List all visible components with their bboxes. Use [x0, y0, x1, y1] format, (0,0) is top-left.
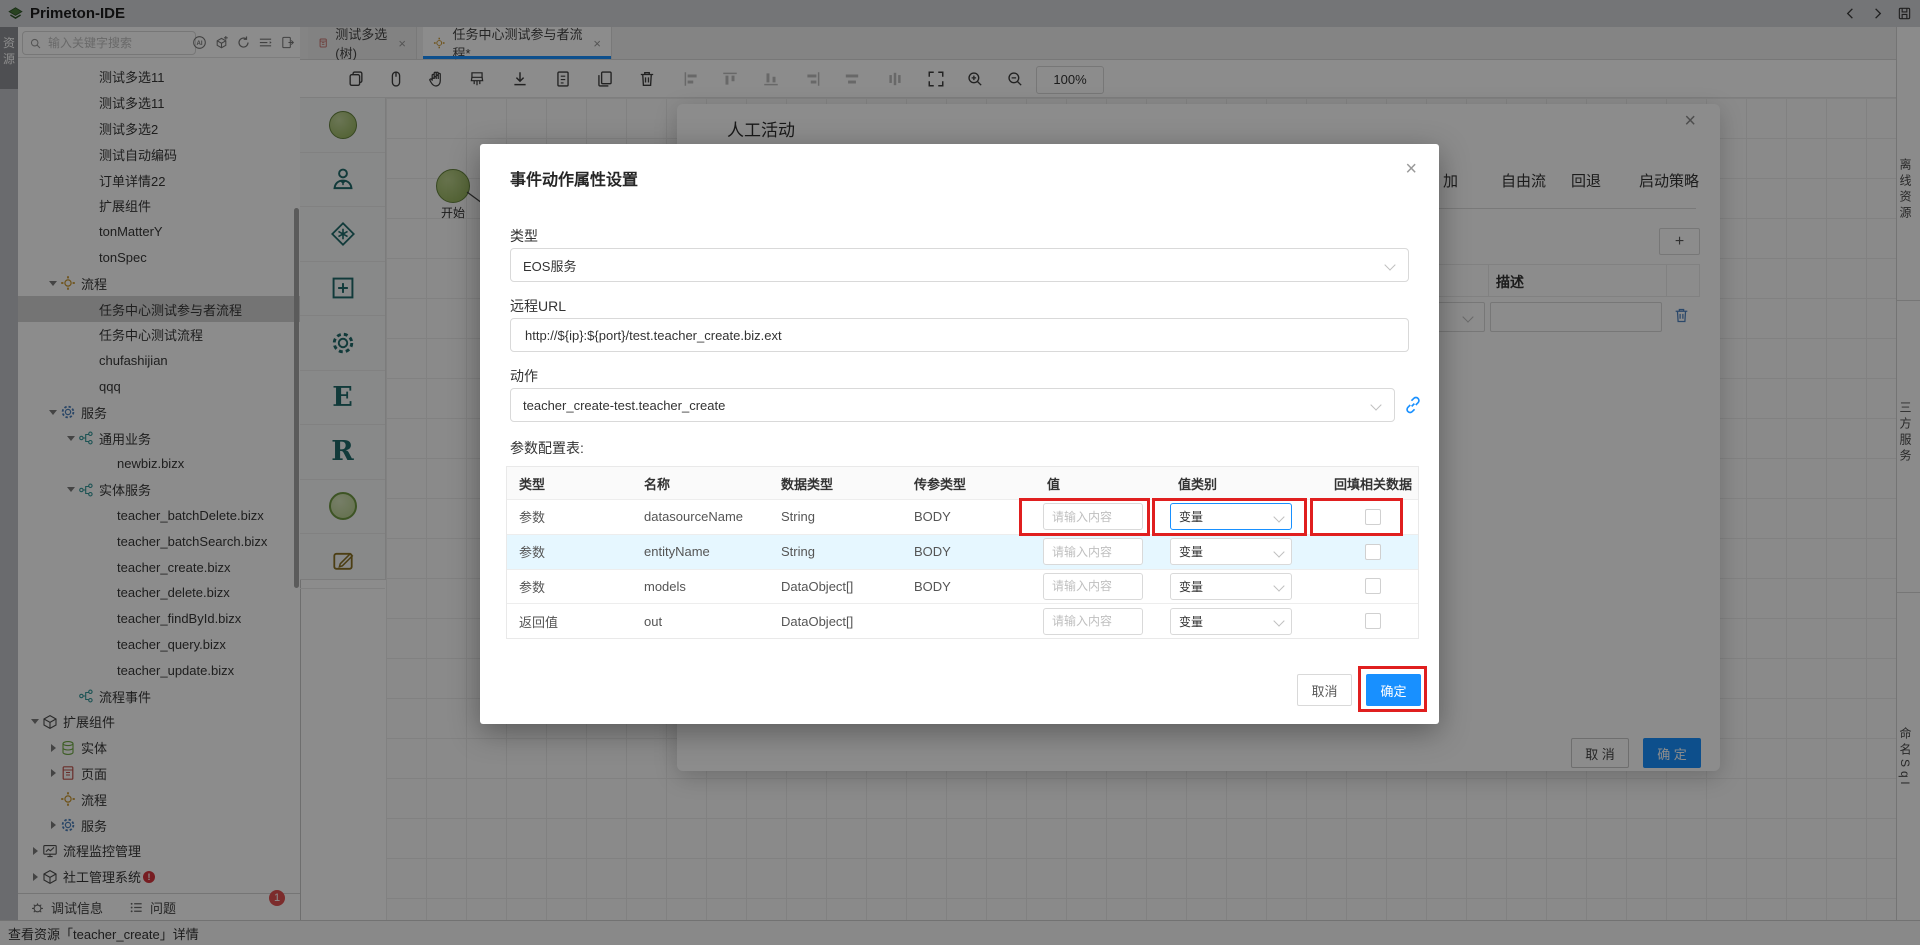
modal-cancel-button[interactable]: 取消	[1297, 674, 1352, 706]
value-type-cell: 变量	[1166, 573, 1326, 600]
remote-url-input[interactable]	[523, 327, 1408, 344]
param-type-cell: 参数	[507, 542, 632, 561]
type-select[interactable]: EOS服务	[510, 248, 1409, 282]
remote-url-label: 远程URL	[510, 296, 566, 316]
data-type-cell: String	[769, 544, 902, 559]
value-type-select[interactable]: 变量	[1170, 503, 1292, 530]
app-window: Primeton-IDE 资源 AI 测试多选11测试多选11测试多选2测试自动…	[0, 0, 1920, 945]
params-table-row: 返回值outDataObject[] 变量	[507, 603, 1418, 638]
remote-url-field[interactable]	[510, 318, 1409, 352]
value-type-select-value: 变量	[1179, 578, 1275, 595]
backfill-checkbox[interactable]	[1365, 613, 1381, 629]
param-type-cell: 返回值	[507, 612, 632, 631]
param-type-cell: 参数	[507, 507, 632, 526]
param-name-cell: entityName	[632, 544, 769, 559]
data-type-cell: DataObject[]	[769, 579, 902, 594]
param-value-input[interactable]	[1043, 608, 1143, 635]
column-header: 值	[1035, 474, 1166, 493]
value-cell	[1035, 538, 1166, 565]
chevron-down-icon	[1384, 259, 1395, 270]
value-type-select-value: 变量	[1179, 508, 1275, 525]
pass-type-cell: BODY	[902, 579, 1035, 594]
value-type-cell: 变量	[1166, 503, 1326, 530]
param-value-input[interactable]	[1043, 573, 1143, 600]
value-cell	[1035, 608, 1166, 635]
backfill-checkbox[interactable]	[1365, 509, 1381, 525]
modal-title: 事件动作属性设置	[510, 166, 638, 190]
params-table: 类型名称数据类型传参类型值值类别回填相关数据参数datasourceNameSt…	[506, 466, 1419, 639]
value-type-select-value: 变量	[1179, 613, 1275, 630]
params-table-row: 参数entityNameStringBODY 变量	[507, 534, 1418, 569]
chevron-down-icon	[1273, 616, 1284, 627]
params-table-row: 参数datasourceNameStringBODY 变量	[507, 499, 1418, 534]
chevron-down-icon	[1273, 581, 1284, 592]
backfill-checkbox[interactable]	[1365, 578, 1381, 594]
event-action-settings-modal: 事件动作属性设置 × 类型 EOS服务 远程URL 动作 teacher_cre…	[480, 144, 1439, 724]
backfill-cell	[1326, 578, 1420, 594]
action-label: 动作	[510, 366, 538, 386]
chevron-down-icon	[1370, 399, 1381, 410]
column-header: 传参类型	[902, 474, 1035, 493]
backfill-cell	[1326, 544, 1420, 560]
param-name-cell: datasourceName	[632, 509, 769, 524]
value-type-cell: 变量	[1166, 538, 1326, 565]
data-type-cell: DataObject[]	[769, 614, 902, 629]
value-type-cell: 变量	[1166, 608, 1326, 635]
value-type-select[interactable]: 变量	[1170, 573, 1292, 600]
modal-close-icon[interactable]: ×	[1405, 158, 1417, 181]
param-value-input[interactable]	[1043, 503, 1143, 530]
pass-type-cell: BODY	[902, 509, 1035, 524]
value-type-select[interactable]: 变量	[1170, 538, 1292, 565]
type-select-value: EOS服务	[523, 256, 1386, 275]
backfill-cell	[1326, 509, 1420, 525]
column-header: 回填相关数据	[1326, 474, 1420, 493]
type-label: 类型	[510, 226, 538, 246]
column-header: 值类别	[1166, 474, 1326, 493]
params-table-header-row: 类型名称数据类型传参类型值值类别回填相关数据	[507, 467, 1418, 499]
column-header: 数据类型	[769, 474, 902, 493]
data-type-cell: String	[769, 509, 902, 524]
column-header: 名称	[632, 474, 769, 493]
param-name-cell: out	[632, 614, 769, 629]
action-select-value: teacher_create-test.teacher_create	[523, 398, 1372, 413]
modal-ok-button[interactable]: 确定	[1366, 674, 1421, 706]
backfill-cell	[1326, 613, 1420, 629]
value-cell	[1035, 573, 1166, 600]
param-value-input[interactable]	[1043, 538, 1143, 565]
value-type-select-value: 变量	[1179, 543, 1275, 560]
value-cell	[1035, 503, 1166, 530]
link-icon[interactable]	[1402, 394, 1424, 416]
pass-type-cell: BODY	[902, 544, 1035, 559]
param-type-cell: 参数	[507, 577, 632, 596]
action-select[interactable]: teacher_create-test.teacher_create	[510, 388, 1395, 422]
params-table-row: 参数modelsDataObject[]BODY 变量	[507, 569, 1418, 604]
param-name-cell: models	[632, 579, 769, 594]
backfill-checkbox[interactable]	[1365, 544, 1381, 560]
value-type-select[interactable]: 变量	[1170, 608, 1292, 635]
chevron-down-icon	[1273, 546, 1284, 557]
params-table-label: 参数配置表:	[510, 438, 584, 458]
chevron-down-icon	[1273, 511, 1284, 522]
column-header: 类型	[507, 474, 632, 493]
